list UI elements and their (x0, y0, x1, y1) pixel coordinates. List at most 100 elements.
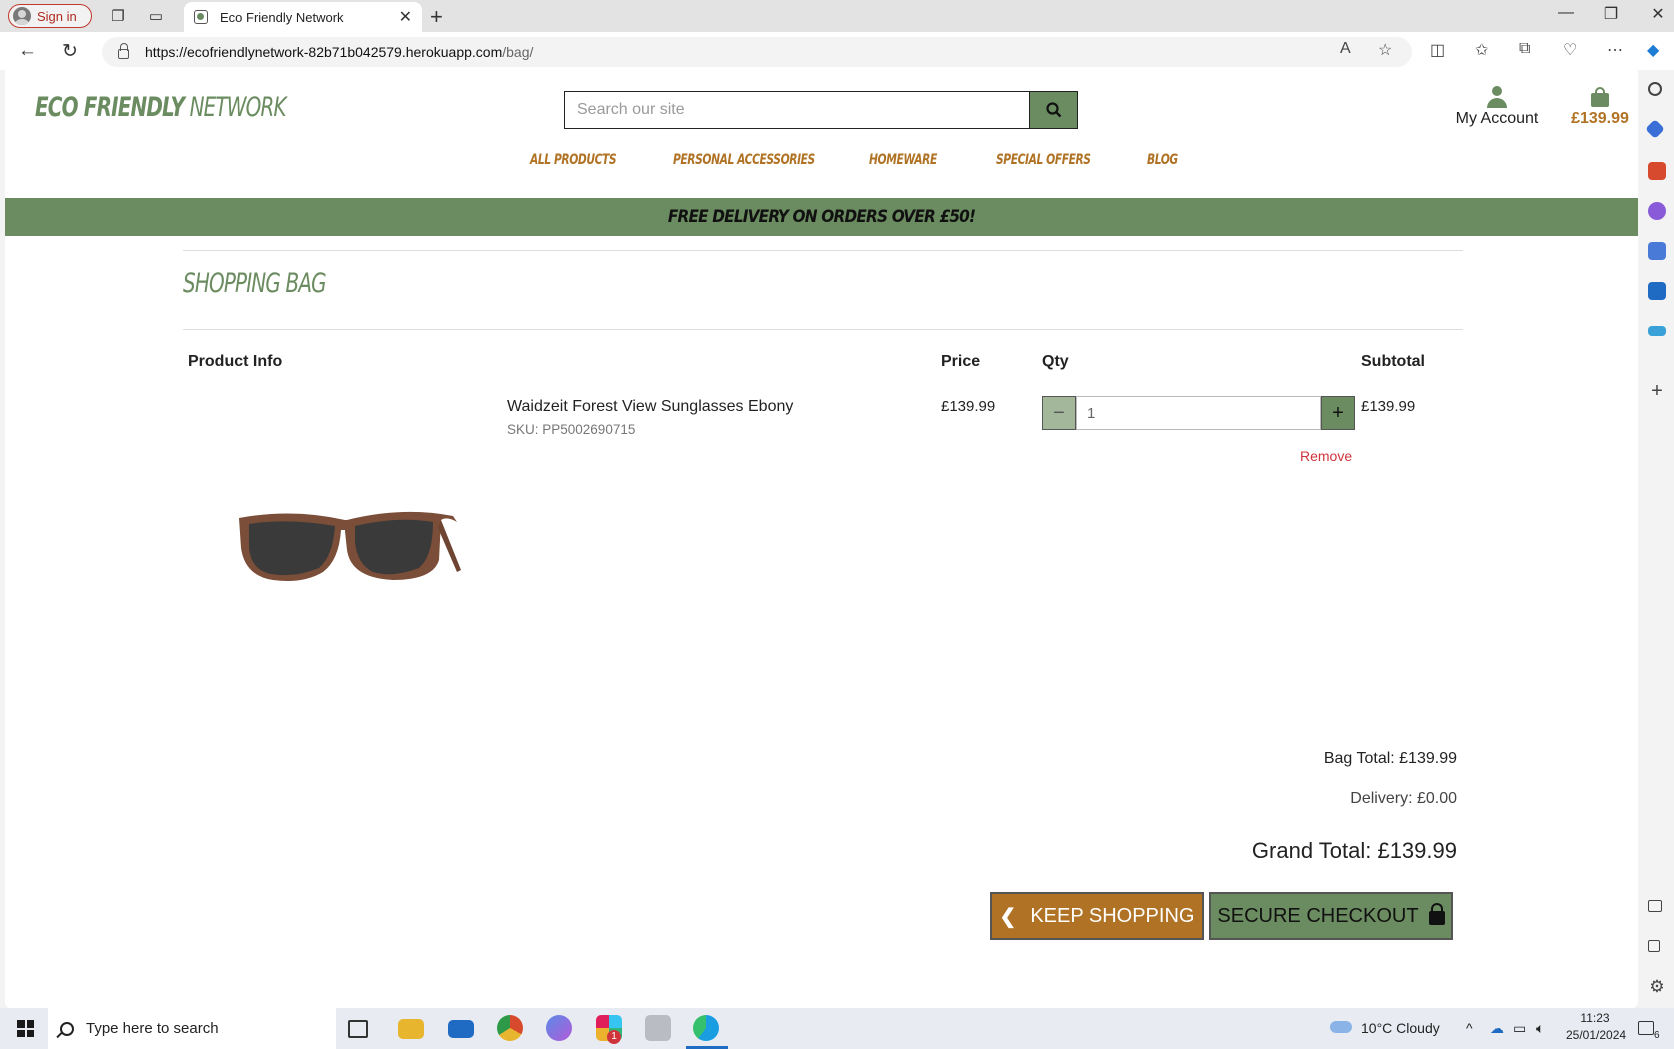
windows-taskbar: Type here to search 1 10°C Cloudy ^ ☁ ▭ … (0, 1008, 1674, 1049)
secure-checkout-button[interactable]: SECURE CHECKOUT (1209, 892, 1453, 940)
tab-eco-friendly-network[interactable]: Eco Friendly Network ✕ (184, 2, 422, 32)
product-name[interactable]: Waidzeit Forest View Sunglasses Ebony (507, 398, 793, 416)
divider (183, 329, 1463, 330)
weather-cloud-icon[interactable] (1330, 1021, 1352, 1033)
search-button[interactable] (1029, 92, 1077, 128)
collections-icon[interactable]: ⧉ (1519, 40, 1530, 58)
copilot-icon[interactable]: ◆ (1647, 40, 1659, 60)
product-sku: SKU: PP5002690715 (507, 422, 636, 437)
restore-icon[interactable]: ❐ (1596, 4, 1626, 24)
favorite-star-icon[interactable]: ☆ (1378, 40, 1392, 60)
my-account-label: My Account (1455, 110, 1539, 127)
site-favicon-icon (194, 10, 208, 24)
nav-homeware[interactable]: HOMEWARE (869, 152, 937, 168)
header-qty: Qty (1042, 353, 1069, 370)
mail-icon[interactable] (448, 1020, 474, 1038)
split-screen-icon[interactable]: ◫ (1430, 40, 1445, 60)
decrement-quantity-button[interactable]: − (1042, 396, 1076, 430)
clock[interactable]: 11:23 25/01/2024 (1566, 1011, 1627, 1042)
gimp-icon[interactable] (645, 1015, 671, 1041)
quantity-input[interactable] (1076, 396, 1321, 430)
page-viewport: ECO FRIENDLY NETWORK My Account £139.99 … (5, 70, 1638, 1008)
file-explorer-icon[interactable] (398, 1019, 424, 1039)
sidebar-outlook-icon[interactable] (1648, 282, 1666, 300)
user-icon (1486, 86, 1508, 108)
refresh-icon[interactable]: ↻ (62, 40, 78, 63)
keep-shopping-button[interactable]: ❮ KEEP SHOPPING (990, 892, 1204, 940)
task-view-icon[interactable] (348, 1020, 368, 1038)
taskbar-search-placeholder: Type here to search (86, 1020, 219, 1037)
url-path: /bag/ (502, 44, 534, 60)
volume-icon[interactable]: 🔈︎ (1536, 1020, 1544, 1037)
tab-actions-icon[interactable]: ▭ (146, 6, 166, 26)
browser-titlebar: Sign in ❐ ▭ Eco Friendly Network ✕ + — ❐… (0, 0, 1674, 32)
shopping-bag-icon (1590, 86, 1610, 108)
sidebar-settings-icon[interactable]: ⚙ (1648, 978, 1666, 996)
sidebar-shopping-icon[interactable] (1645, 119, 1665, 139)
search-icon (60, 1021, 74, 1036)
site-search (564, 91, 1078, 129)
nav-special-offers[interactable]: SPECIAL OFFERS (996, 152, 1091, 168)
sidebar-search-icon[interactable] (1648, 82, 1662, 96)
url-field[interactable]: https://ecofriendlynetwork-82b71b042579.… (102, 37, 1412, 67)
page-title: SHOPPING BAG (183, 268, 327, 299)
copilot-app-icon[interactable] (546, 1015, 572, 1041)
site-logo[interactable]: ECO FRIENDLY NETWORK (35, 92, 287, 123)
new-tab-icon[interactable]: + (430, 4, 443, 30)
minimize-icon[interactable]: — (1551, 4, 1581, 22)
workspaces-icon[interactable]: ❐ (108, 6, 128, 26)
tab-title: Eco Friendly Network (220, 9, 344, 25)
sidebar-games-icon[interactable] (1648, 202, 1666, 220)
profile-icon (13, 7, 31, 25)
show-hidden-icons-icon[interactable]: ^ (1466, 1020, 1473, 1036)
remove-item-link[interactable]: Remove (1300, 448, 1352, 464)
grand-total: Grand Total: £139.99 (1251, 838, 1457, 863)
more-options-icon[interactable]: ⋯ (1607, 40, 1623, 60)
header-subtotal: Subtotal (1361, 353, 1425, 370)
sidebar-drop-icon[interactable] (1648, 326, 1666, 336)
product-price: £139.99 (941, 398, 996, 415)
delivery-banner: FREE DELIVERY ON ORDERS OVER £50! (5, 198, 1638, 236)
chevron-left-icon: ❮ (999, 905, 1017, 928)
nav-personal-accessories[interactable]: PERSONAL ACCESSORIES (673, 152, 815, 168)
product-image-sunglasses[interactable] (233, 490, 463, 590)
sidebar-hide-icon[interactable] (1648, 900, 1662, 912)
read-aloud-icon[interactable]: A (1340, 40, 1351, 58)
onedrive-icon[interactable]: ☁ (1490, 1020, 1504, 1037)
sidebar-add-icon[interactable]: + (1648, 381, 1666, 401)
sidebar-microsoft365-icon[interactable] (1648, 242, 1666, 260)
chrome-icon[interactable] (497, 1015, 523, 1041)
close-tab-icon[interactable]: ✕ (399, 7, 412, 27)
favorites-icon[interactable]: ✩ (1475, 40, 1488, 60)
sign-in-button[interactable]: Sign in (8, 4, 92, 28)
nav-all-products[interactable]: ALL PRODUCTS (530, 152, 617, 168)
close-window-icon[interactable]: ✕ (1643, 4, 1673, 24)
bag-link[interactable]: £139.99 (1560, 86, 1638, 128)
url-host: https://ecofriendlynetwork-82b71b042579.… (145, 44, 503, 60)
my-account-link[interactable]: My Account (1452, 86, 1542, 128)
taskbar-search[interactable]: Type here to search (48, 1008, 336, 1049)
search-input[interactable] (565, 92, 1029, 128)
weather-text[interactable]: 10°C Cloudy (1361, 1020, 1440, 1036)
padlock-icon (1428, 903, 1445, 925)
clock-date: 25/01/2024 (1566, 1028, 1627, 1042)
slack-badge: 1 (607, 1030, 621, 1044)
edge-icon[interactable] (693, 1015, 719, 1041)
sidebar-tools-icon[interactable] (1648, 162, 1666, 180)
main-nav: ALL PRODUCTS PERSONAL ACCESSORIES HOMEWA… (5, 152, 1638, 180)
windows-start-icon[interactable] (17, 1020, 34, 1037)
increment-quantity-button[interactable]: + (1321, 396, 1355, 430)
notifications-icon[interactable] (1638, 1021, 1654, 1035)
back-icon[interactable]: ← (18, 40, 37, 62)
sign-in-label: Sign in (37, 8, 77, 24)
logo-light-text: NETWORK (184, 92, 287, 123)
product-subtotal: £139.99 (1361, 398, 1416, 415)
search-icon (1045, 102, 1061, 118)
network-icon[interactable]: ▭ (1513, 1020, 1526, 1037)
nav-blog[interactable]: BLOG (1147, 152, 1178, 168)
sidebar-external-icon[interactable] (1648, 940, 1660, 952)
clock-time: 11:23 (1580, 1011, 1610, 1025)
browser-essentials-icon[interactable]: ♡ (1563, 40, 1577, 60)
notification-count: 6 (1654, 1030, 1660, 1041)
edge-sidebar: + ⚙ (1638, 70, 1674, 1008)
